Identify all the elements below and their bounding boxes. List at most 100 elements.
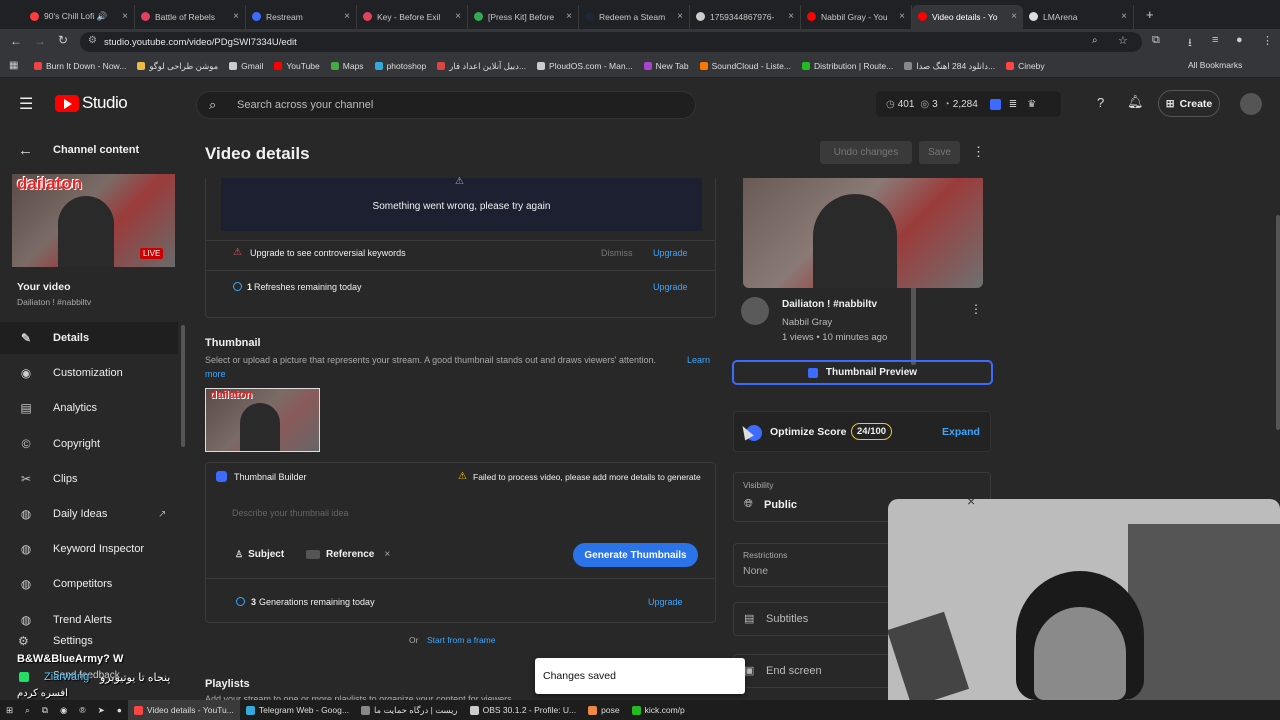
browser-tab[interactable]: 1759344867976- × xyxy=(690,4,801,29)
back-arrow-icon[interactable]: ← xyxy=(18,142,33,159)
zoom-icon[interactable]: ⌕ xyxy=(1092,35,1098,46)
media-icon[interactable]: ≡ xyxy=(1212,34,1218,46)
reload-icon[interactable]: ↻ xyxy=(58,33,68,47)
settings-gear-icon[interactable]: ⚙ xyxy=(18,634,29,648)
dismiss-button[interactable]: Dismiss xyxy=(601,248,633,258)
save-button[interactable]: Save xyxy=(919,141,960,164)
taskbar-window[interactable]: kick.com/p xyxy=(626,700,691,720)
undo-changes-button[interactable]: Undo changes xyxy=(820,141,912,164)
browser-tab[interactable]: Redeem a Steam × xyxy=(579,4,690,29)
thumbnail-preview-button[interactable]: Thumbnail Preview xyxy=(732,360,993,385)
taskbar-window[interactable]: pose xyxy=(582,700,625,720)
close-tab-icon[interactable]: × xyxy=(1121,11,1127,22)
channel-content-link[interactable]: Channel content xyxy=(53,144,139,156)
bookmark-item[interactable]: Cineby xyxy=(1006,61,1045,71)
sidebar-item-analytics[interactable]: ▤ Analytics xyxy=(0,392,178,424)
sidebar-item-clips[interactable]: ✂ Clips xyxy=(0,463,178,495)
close-tab-icon[interactable]: × xyxy=(455,11,461,22)
sidebar-item-customization[interactable]: ◉ Customization xyxy=(0,357,178,389)
browser-tab[interactable]: Nabbil Gray - You × xyxy=(801,4,912,29)
browser-tab[interactable]: Key - Before Exil × xyxy=(357,4,468,29)
more-options-icon[interactable]: ⋮ xyxy=(972,144,985,160)
preview-more-icon[interactable]: ⋮ xyxy=(970,302,982,316)
reference-chip[interactable]: Reference × xyxy=(306,543,406,565)
search-icon[interactable]: ⌕ xyxy=(19,700,36,720)
upgrade-refresh-button[interactable]: Upgrade xyxy=(653,282,688,292)
bookmark-item[interactable]: موشن طراحی لوگو xyxy=(137,61,218,72)
close-tab-icon[interactable]: × xyxy=(899,11,905,22)
close-tab-icon[interactable]: × xyxy=(122,11,128,22)
sidebar-item-trend-alerts[interactable]: ◍ Trend Alerts xyxy=(0,604,178,636)
studio-logo-text[interactable]: Studio xyxy=(82,93,128,113)
subject-button[interactable]: ♙ Subject xyxy=(226,543,292,565)
expand-button[interactable]: Expand xyxy=(942,426,980,438)
star-icon[interactable]: ☆ xyxy=(1118,34,1128,47)
bookmark-item[interactable]: SoundCloud - Liste... xyxy=(699,61,791,71)
browser-tab[interactable]: Video details - Yo × xyxy=(912,4,1023,29)
bookmark-item[interactable]: New Tab xyxy=(643,61,689,71)
learn-more-link[interactable]: Learn xyxy=(687,355,710,365)
video-thumbnail[interactable]: dailaton LIVE xyxy=(12,174,175,267)
external-link-icon[interactable]: ↗ xyxy=(158,509,166,520)
trophy-icon[interactable]: ♛ xyxy=(1027,99,1036,110)
sidebar-scrollbar[interactable] xyxy=(181,325,185,447)
taskbar-window[interactable]: Video details - YouTu... xyxy=(127,700,240,720)
thumbnail-idea-input[interactable]: Describe your thumbnail idea xyxy=(232,508,349,518)
sidebar-item-keyword-inspector[interactable]: ◍ Keyword Inspector xyxy=(0,533,178,565)
telegram-icon[interactable]: ➤ xyxy=(92,700,111,720)
sidebar-item-competitors[interactable]: ◍ Competitors xyxy=(0,568,178,600)
video-preview-player[interactable] xyxy=(743,178,983,288)
upgrade-keywords-button[interactable]: Upgrade xyxy=(653,248,688,258)
bookmark-item[interactable]: Gmail xyxy=(229,61,263,71)
browser-tab[interactable]: [Press Kit] Before × xyxy=(468,4,579,29)
bookmark-item[interactable]: دبیل آنلاین اعداد فار... xyxy=(437,61,526,72)
taskbar-window[interactable]: Telegram Web - Goog... xyxy=(240,700,355,720)
taskbar-window[interactable]: OBS 30.1.2 - Profile: U... xyxy=(464,700,583,720)
bookmark-item[interactable]: دانلود 284 اهنگ صدا... xyxy=(904,61,995,72)
chrome-icon[interactable]: ◉ xyxy=(54,700,73,720)
youtube-logo-icon[interactable] xyxy=(55,95,79,112)
bookmark-item[interactable]: YouTube xyxy=(274,61,320,71)
task-view-icon[interactable]: ⧉ xyxy=(36,700,54,720)
notifications-bell-icon[interactable]: 🔔︎ xyxy=(1127,94,1144,110)
channel-avatar[interactable] xyxy=(741,297,769,325)
learn-more-link-2[interactable]: more xyxy=(205,369,226,379)
firefox-icon[interactable]: ● xyxy=(111,700,128,720)
site-info-icon[interactable]: ⚙ xyxy=(88,35,97,46)
channel-search-input[interactable]: ⌕ Search across your channel xyxy=(196,91,696,119)
sidebar-item-daily-ideas[interactable]: ◍ Daily Ideas ↗ xyxy=(0,498,178,530)
close-icon[interactable]: × xyxy=(967,499,975,509)
generate-thumbnails-button[interactable]: Generate Thumbnails xyxy=(573,543,698,567)
hamburger-menu-icon[interactable]: ☰ xyxy=(19,94,33,114)
extension-stats[interactable]: ◷ 401 ◎ 3 ◔ 2,284 ≣ ♛ xyxy=(876,91,1061,117)
vidiq-icon[interactable] xyxy=(989,98,1001,110)
back-arrow-icon[interactable]: ← xyxy=(10,34,22,48)
bookmark-item[interactable]: Maps xyxy=(330,61,364,71)
profile-icon[interactable]: ● xyxy=(1236,34,1243,46)
close-tab-icon[interactable]: × xyxy=(344,11,350,22)
bookmark-item[interactable]: Burn It Down - Now... xyxy=(34,61,126,71)
create-button[interactable]: ⊞ Create xyxy=(1158,90,1220,117)
help-icon[interactable]: ? xyxy=(1097,95,1104,110)
all-bookmarks[interactable]: All Bookmarks xyxy=(1188,60,1242,70)
download-icon[interactable]: ⭳ xyxy=(1188,34,1192,53)
browser-tab[interactable]: Restream × xyxy=(246,4,357,29)
browser-tab[interactable]: Battle of Rebels × xyxy=(135,4,246,29)
new-tab-icon[interactable]: + xyxy=(1146,7,1154,22)
browser-tab[interactable]: 90's Chill Lofi 🔊 × xyxy=(24,4,135,29)
upgrade-generations-button[interactable]: Upgrade xyxy=(648,597,683,607)
extensions-icon[interactable]: ⧉ xyxy=(1152,34,1160,47)
account-avatar[interactable] xyxy=(1240,93,1262,115)
close-tab-icon[interactable]: × xyxy=(1011,11,1017,22)
close-icon[interactable]: × xyxy=(384,549,390,560)
bookmark-item[interactable]: Distribution | Route... xyxy=(801,61,893,71)
bookmark-item[interactable]: PloudOS.com - Man... xyxy=(537,61,633,71)
apps-grid-icon[interactable]: ▦ xyxy=(9,60,18,71)
close-tab-icon[interactable]: × xyxy=(677,11,683,22)
sidebar-item-copyright[interactable]: © Copyright xyxy=(0,428,178,460)
kebab-menu-icon[interactable]: ⋮ xyxy=(1262,34,1273,47)
taskbar-window[interactable]: ریست | درگاه حمایت ما xyxy=(355,700,464,720)
start-icon[interactable]: ⊞ xyxy=(0,700,19,720)
url-field[interactable]: ⚙ studio.youtube.com/video/PDgSWI7334U/e… xyxy=(80,32,1142,52)
thumbnail-option-selected[interactable]: dailaton xyxy=(205,388,320,452)
